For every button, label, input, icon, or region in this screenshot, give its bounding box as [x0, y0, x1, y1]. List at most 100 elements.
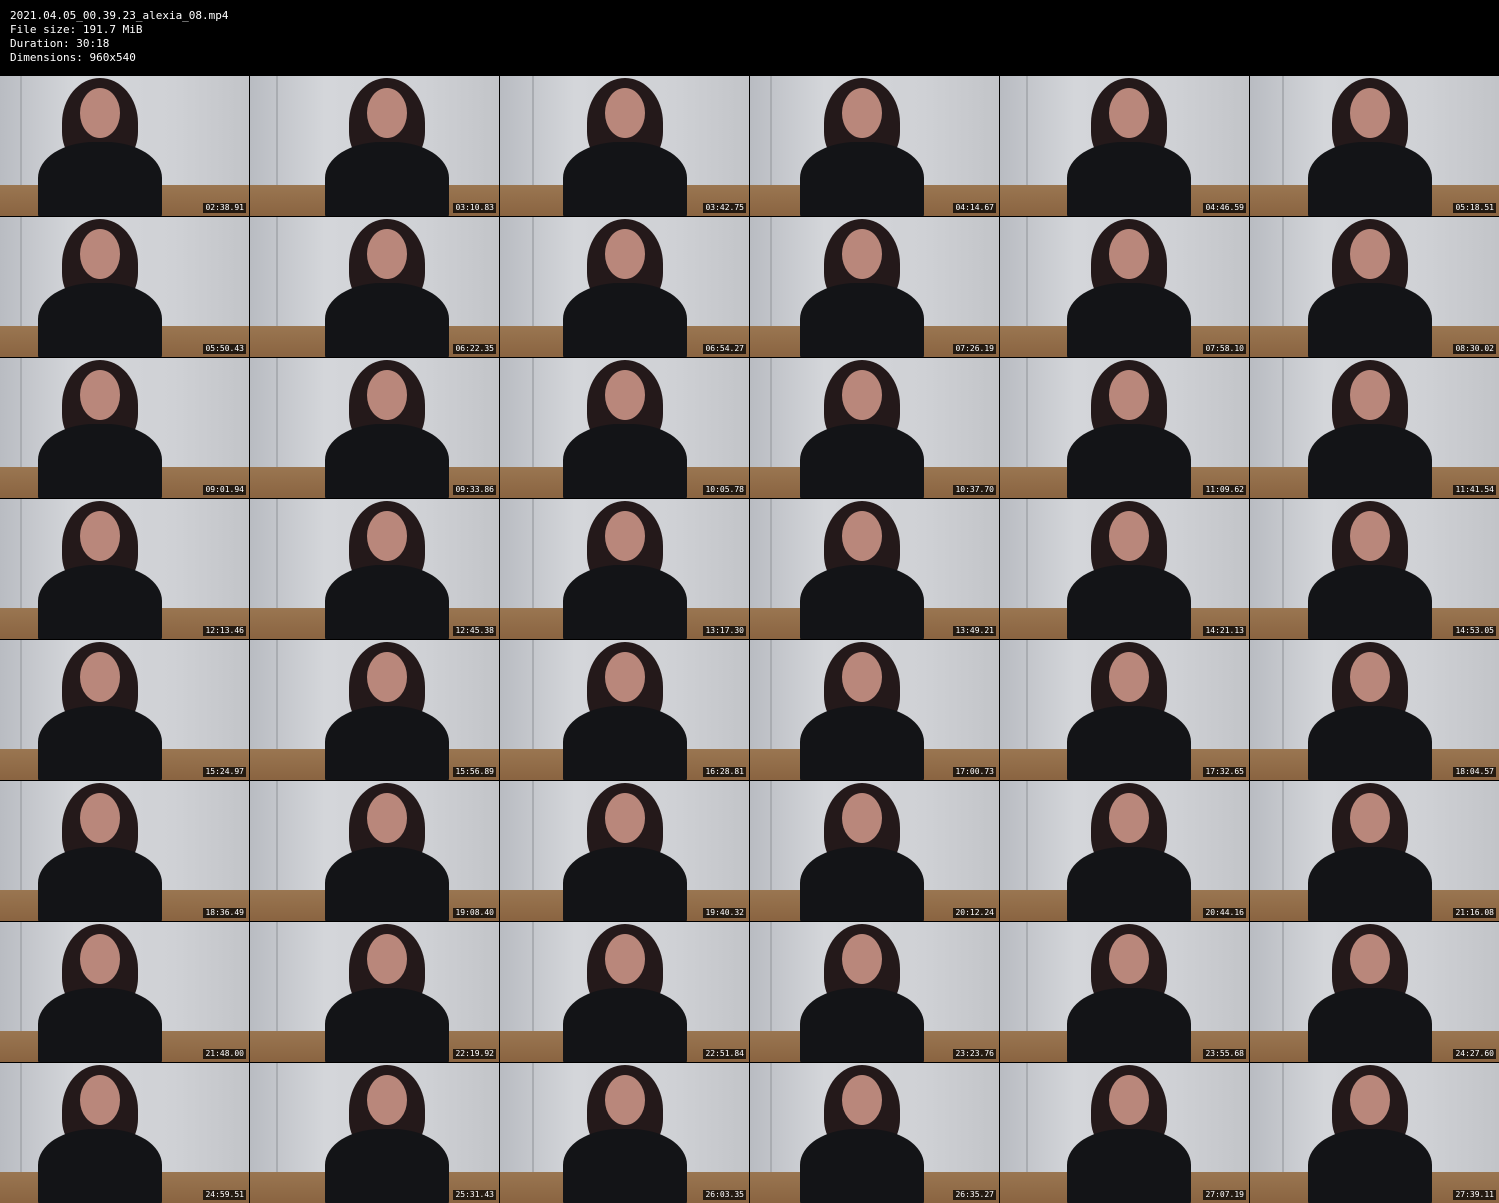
timestamp-label: 03:10.83 — [453, 203, 496, 213]
timestamp-label: 17:32.65 — [1203, 767, 1246, 777]
wall-corner — [276, 76, 278, 186]
wall-corner — [770, 76, 772, 186]
video-thumbnail[interactable]: 02:38.91 — [0, 76, 249, 216]
video-thumbnail[interactable]: 20:12.24 — [750, 781, 999, 921]
person-body — [1067, 424, 1192, 498]
wall-corner — [532, 499, 534, 609]
person-body — [562, 565, 687, 639]
timestamp-label: 10:37.70 — [953, 485, 996, 495]
video-thumbnail[interactable]: 11:09.62 — [1000, 358, 1249, 498]
person-face — [366, 652, 407, 702]
video-thumbnail[interactable]: 10:05.78 — [500, 358, 749, 498]
video-thumbnail[interactable]: 03:10.83 — [250, 76, 499, 216]
video-thumbnail[interactable]: 07:26.19 — [750, 217, 999, 357]
timestamp-label: 12:13.46 — [203, 626, 246, 636]
video-thumbnail[interactable]: 17:32.65 — [1000, 640, 1249, 780]
video-thumbnail[interactable]: 08:30.02 — [1250, 217, 1499, 357]
person-body — [324, 424, 449, 498]
video-thumbnail[interactable]: 19:08.40 — [250, 781, 499, 921]
video-thumbnail[interactable]: 15:24.97 — [0, 640, 249, 780]
video-thumbnail[interactable]: 14:53.05 — [1250, 499, 1499, 639]
video-thumbnail[interactable]: 24:59.51 — [0, 1063, 249, 1203]
video-thumbnail[interactable]: 06:22.35 — [250, 217, 499, 357]
thumbnail-grid: 02:38.91 03:10.83 03:42.75 04:14.67 04:46.59… — [0, 76, 1499, 1203]
video-thumbnail[interactable]: 07:58.10 — [1000, 217, 1249, 357]
person-face — [1349, 793, 1390, 843]
person-face — [842, 652, 883, 702]
person-body — [1067, 1129, 1192, 1203]
video-thumbnail[interactable]: 12:45.38 — [250, 499, 499, 639]
video-thumbnail[interactable]: 22:51.84 — [500, 922, 749, 1062]
video-thumbnail[interactable]: 12:13.46 — [0, 499, 249, 639]
video-thumbnail[interactable]: 04:14.67 — [750, 76, 999, 216]
person-face — [1349, 511, 1390, 561]
video-thumbnail[interactable]: 18:36.49 — [0, 781, 249, 921]
timestamp-label: 27:39.11 — [1453, 1190, 1496, 1200]
wall-corner — [20, 217, 22, 327]
video-thumbnail[interactable]: 05:18.51 — [1250, 76, 1499, 216]
timestamp-label: 20:12.24 — [953, 908, 996, 918]
timestamp-label: 25:31.43 — [453, 1190, 496, 1200]
person-body — [800, 565, 925, 639]
person-face — [842, 934, 883, 984]
timestamp-label: 26:03.35 — [703, 1190, 746, 1200]
wall-corner — [20, 76, 22, 186]
person-body — [562, 847, 687, 921]
video-thumbnail[interactable]: 13:17.30 — [500, 499, 749, 639]
video-thumbnail[interactable]: 18:04.57 — [1250, 640, 1499, 780]
person-body — [1307, 142, 1432, 216]
person-body — [800, 847, 925, 921]
video-thumbnail[interactable]: 20:44.16 — [1000, 781, 1249, 921]
video-thumbnail[interactable]: 03:42.75 — [500, 76, 749, 216]
video-thumbnail[interactable]: 05:50.43 — [0, 217, 249, 357]
person-face — [1349, 370, 1390, 420]
video-thumbnail[interactable]: 13:49.21 — [750, 499, 999, 639]
video-thumbnail[interactable]: 25:31.43 — [250, 1063, 499, 1203]
timestamp-label: 18:04.57 — [1453, 767, 1496, 777]
video-thumbnail[interactable]: 04:46.59 — [1000, 76, 1249, 216]
wall-corner — [532, 76, 534, 186]
video-thumbnail[interactable]: 10:37.70 — [750, 358, 999, 498]
video-thumbnail[interactable]: 11:41.54 — [1250, 358, 1499, 498]
person-face — [79, 934, 120, 984]
person-body — [37, 706, 162, 780]
person-face — [366, 229, 407, 279]
person-face — [842, 511, 883, 561]
video-thumbnail[interactable]: 19:40.32 — [500, 781, 749, 921]
video-thumbnail[interactable]: 14:21.13 — [1000, 499, 1249, 639]
video-thumbnail[interactable]: 24:27.60 — [1250, 922, 1499, 1062]
video-thumbnail[interactable]: 21:48.00 — [0, 922, 249, 1062]
video-thumbnail[interactable]: 17:00.73 — [750, 640, 999, 780]
video-thumbnail[interactable]: 23:23.76 — [750, 922, 999, 1062]
wall-corner — [770, 1063, 772, 1173]
person-face — [79, 88, 120, 138]
person-face — [842, 370, 883, 420]
video-thumbnail[interactable]: 09:01.94 — [0, 358, 249, 498]
wall-corner — [1026, 781, 1028, 891]
person-face — [366, 934, 407, 984]
person-face — [79, 511, 120, 561]
video-thumbnail[interactable]: 06:54.27 — [500, 217, 749, 357]
video-thumbnail[interactable]: 21:16.08 — [1250, 781, 1499, 921]
wall-corner — [1282, 1063, 1284, 1173]
video-thumbnail[interactable]: 26:03.35 — [500, 1063, 749, 1203]
timestamp-label: 06:22.35 — [453, 344, 496, 354]
timestamp-label: 23:55.68 — [1203, 1049, 1246, 1059]
timestamp-label: 11:09.62 — [1203, 485, 1246, 495]
wall-corner — [1282, 781, 1284, 891]
video-thumbnail[interactable]: 26:35.27 — [750, 1063, 999, 1203]
video-thumbnail[interactable]: 09:33.86 — [250, 358, 499, 498]
person-body — [1067, 988, 1192, 1062]
video-thumbnail[interactable]: 27:39.11 — [1250, 1063, 1499, 1203]
video-thumbnail[interactable]: 16:28.81 — [500, 640, 749, 780]
timestamp-label: 13:49.21 — [953, 626, 996, 636]
person-body — [1307, 847, 1432, 921]
wall-corner — [1282, 922, 1284, 1032]
video-thumbnail[interactable]: 27:07.19 — [1000, 1063, 1249, 1203]
person-body — [1307, 1129, 1432, 1203]
video-thumbnail[interactable]: 15:56.89 — [250, 640, 499, 780]
timestamp-label: 19:40.32 — [703, 908, 746, 918]
video-thumbnail[interactable]: 22:19.92 — [250, 922, 499, 1062]
person-face — [79, 370, 120, 420]
video-thumbnail[interactable]: 23:55.68 — [1000, 922, 1249, 1062]
